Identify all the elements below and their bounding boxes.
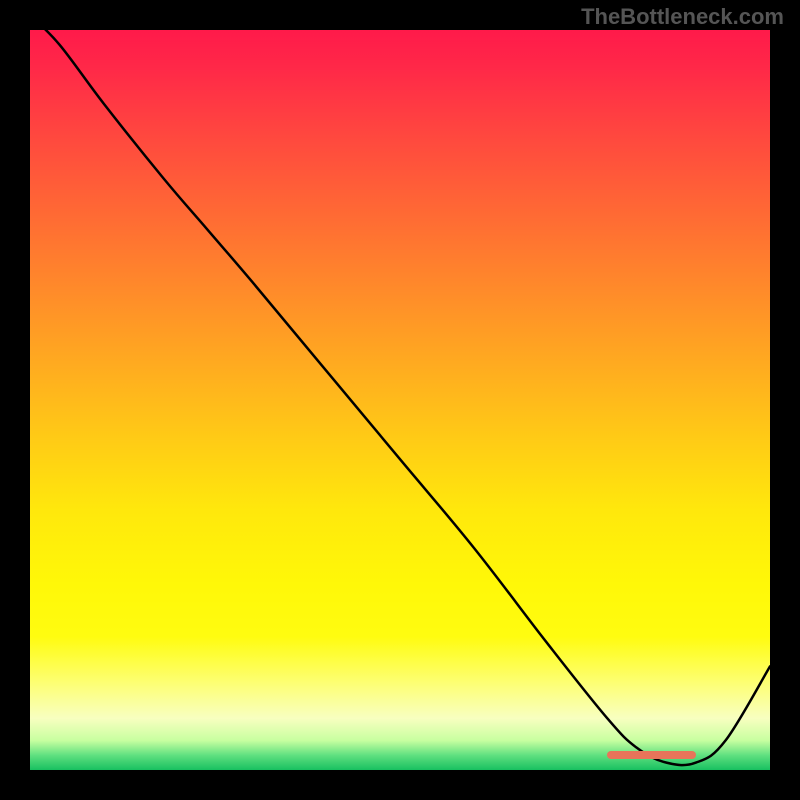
chart-svg [30, 30, 770, 770]
watermark-text: TheBottleneck.com [581, 4, 784, 30]
curve-line [30, 30, 770, 765]
optimal-range-marker [607, 751, 696, 759]
plot-area [30, 30, 770, 770]
